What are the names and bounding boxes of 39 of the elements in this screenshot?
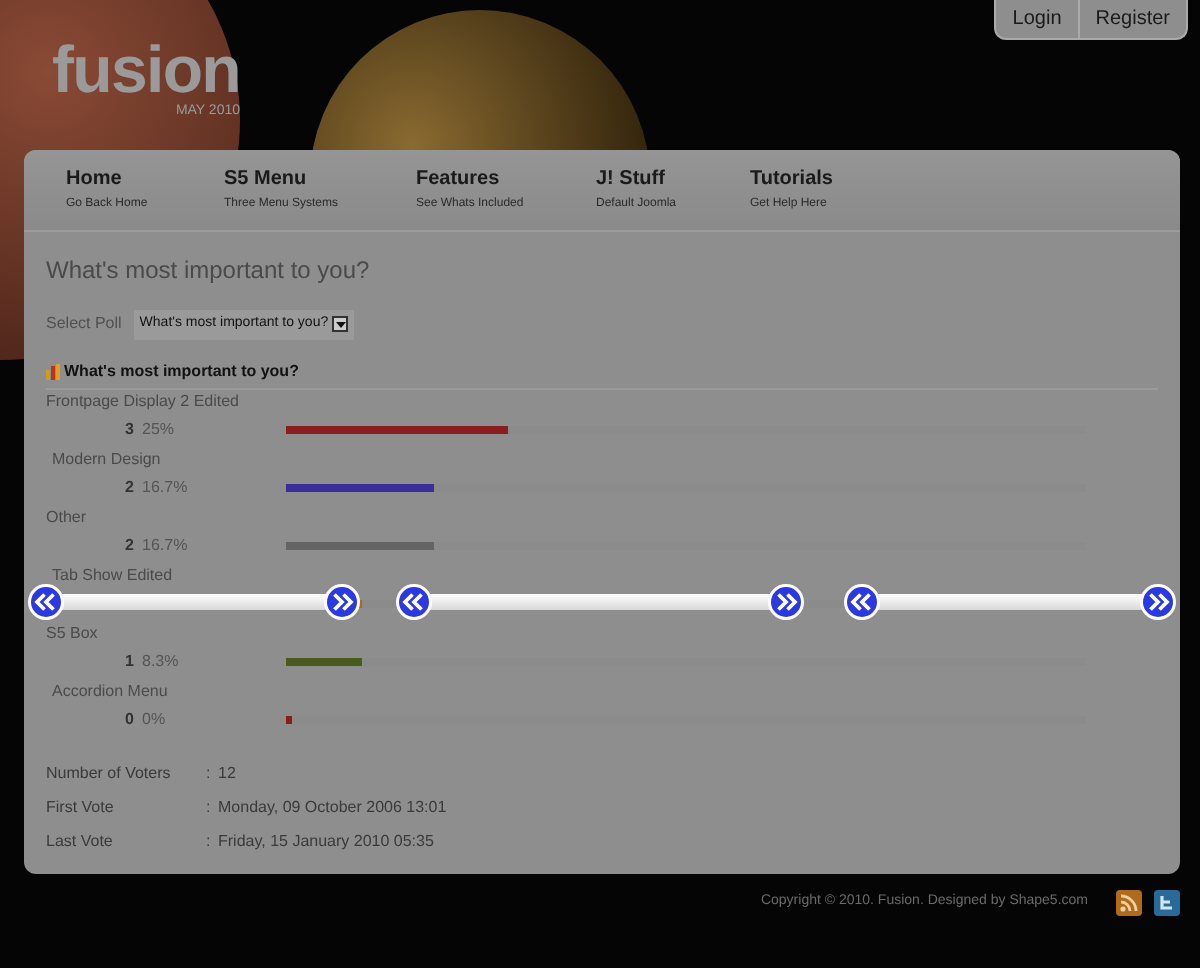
- stat-value: Friday, 15 January 2010 05:35: [218, 829, 434, 853]
- stat-label: Number of Voters: [46, 761, 173, 785]
- poll-title: What's most important to you?: [64, 359, 299, 383]
- chart-icon: [46, 363, 60, 379]
- vote-percent: 25%: [140, 418, 177, 442]
- vote-count: 2: [123, 534, 134, 558]
- option-label: Frontpage Display 2 Edited: [46, 389, 239, 413]
- account-link[interactable]: Register: [1077, 0, 1186, 38]
- vote-percent: 16.7%: [140, 476, 190, 500]
- menu-item[interactable]: S5 Menu: [224, 164, 416, 194]
- vote-count: 1: [123, 650, 134, 674]
- vote-count: 2: [123, 476, 134, 500]
- option-label: Accordion Menu: [52, 679, 168, 703]
- stat-label: Last Vote: [46, 829, 115, 853]
- page-title: What's most important to you?: [46, 254, 372, 288]
- option-label: Modern Design: [52, 447, 161, 471]
- rss-icon[interactable]: [1116, 890, 1142, 916]
- stat-value: Monday, 09 October 2006 13:01: [218, 795, 447, 819]
- stat-value: 12: [218, 761, 236, 785]
- vote-percent: 16.7%: [140, 534, 190, 558]
- menu-item[interactable]: J! Stuff: [596, 164, 750, 194]
- option-label: S5 Box: [46, 621, 98, 645]
- menu-item[interactable]: Home: [66, 164, 224, 194]
- select-label: Select Poll: [46, 312, 122, 337]
- colon-separator: :: [206, 829, 213, 853]
- colon-separator: :: [206, 795, 213, 819]
- stat-label: First Vote: [46, 795, 116, 819]
- colon-separator: :: [206, 761, 213, 785]
- dropdown-arrow-icon: [332, 316, 349, 333]
- menu-item[interactable]: Features: [416, 164, 596, 194]
- vote-percent: 0%: [140, 708, 168, 732]
- account-link[interactable]: Login: [996, 0, 1078, 38]
- option-label: Tab Show Edited: [52, 563, 173, 587]
- menu-item[interactable]: Tutorials: [750, 164, 910, 194]
- vote-percent: 8.3%: [140, 650, 181, 674]
- option-label: Other: [46, 505, 87, 529]
- vote-count: 3: [123, 418, 134, 442]
- vote-count: 0: [123, 708, 134, 732]
- bird-icon[interactable]: [1154, 890, 1180, 916]
